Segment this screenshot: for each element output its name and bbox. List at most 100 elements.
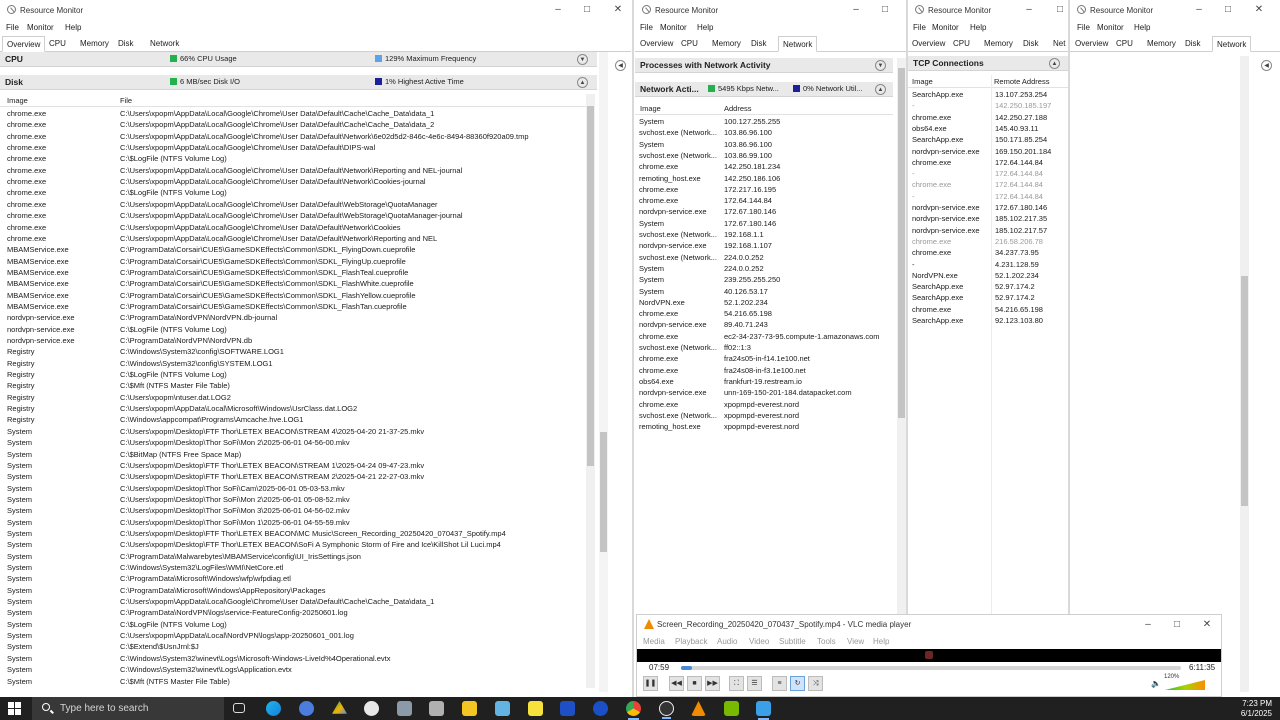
vlc-menu-audio[interactable]: Audio <box>717 637 737 646</box>
table-row[interactable]: chrome.exe ec2-34-237-73-95.compute-1.ama… <box>635 332 893 343</box>
table-row[interactable]: - 172.64.144.84 <box>908 169 1068 180</box>
table-row[interactable]: chrome.exe xpopmpd-everest.nord <box>635 400 893 411</box>
column-image[interactable]: Image <box>912 77 933 86</box>
table-row[interactable]: - 142.250.185.197 <box>908 101 1068 112</box>
menu-file[interactable]: File <box>913 23 926 32</box>
table-row[interactable]: chrome.exe C:\Users\xpopm\AppData\Local\G… <box>0 120 586 131</box>
windows-start-icon[interactable] <box>8 702 21 715</box>
shuffle-icon[interactable]: ⤨ <box>808 676 823 691</box>
remote-desktop-icon[interactable] <box>397 701 412 716</box>
google-drive-icon[interactable] <box>332 701 347 714</box>
scrollbar-thumb[interactable] <box>587 106 594 466</box>
vlc-menu-tools[interactable]: Tools <box>817 637 836 646</box>
tab-network[interactable]: Network <box>146 36 183 52</box>
vlc-volume-slider[interactable]: 🔈 120% <box>1151 674 1209 690</box>
title-bar[interactable]: Resource Monitor – □ <box>635 0 906 20</box>
table-row[interactable]: chrome.exe C:\Users\xpopm\AppData\Local\G… <box>0 223 586 234</box>
fullscreen-icon[interactable]: ⛶ <box>729 676 744 691</box>
window-scrollbar-thumb[interactable] <box>898 68 905 418</box>
playlist-icon[interactable]: ≡ <box>772 676 787 691</box>
table-row[interactable]: nordvpn-service.exe 185.102.217.57 <box>908 226 1068 237</box>
table-row[interactable]: chrome.exe 142.250.181.234 <box>635 162 893 173</box>
table-row[interactable]: System C:\Windows\System32\winevt\Logs\Mi… <box>0 654 586 665</box>
table-row[interactable]: nordvpn-service.exe 185.102.217.35 <box>908 214 1068 225</box>
table-row[interactable]: System C:\Users\xpopm\Desktop\Thor SoFi\M… <box>0 518 586 529</box>
table-row[interactable]: chrome.exe fra24s08-in-f3.1e100.net <box>635 366 893 377</box>
menu-monitor[interactable]: Monitor <box>932 23 959 32</box>
vlc-taskbar-icon[interactable] <box>691 701 706 716</box>
table-row[interactable]: nordvpn-service.exe 89.40.71.243 <box>635 320 893 331</box>
table-row[interactable]: System 224.0.0.252 <box>635 264 893 275</box>
sticky-notes-icon[interactable] <box>528 701 543 716</box>
table-row[interactable]: - 4.231.128.59 <box>908 260 1068 271</box>
table-row[interactable]: Registry C:\$LogFile (NTFS Volume Log) <box>0 370 586 381</box>
table-row[interactable]: Registry C:\$Mft (NTFS Master File Table) <box>0 381 586 392</box>
menu-file[interactable]: File <box>6 23 19 32</box>
malwarebytes-icon[interactable] <box>560 701 575 716</box>
tab-network[interactable]: Network <box>1212 36 1252 52</box>
previous-icon[interactable]: ◀◀ <box>669 676 684 691</box>
table-row[interactable]: chrome.exe C:\Users\xpopm\AppData\Local\G… <box>0 109 586 120</box>
table-row[interactable]: chrome.exe 142.250.27.188 <box>908 113 1068 124</box>
search-input[interactable] <box>58 701 218 716</box>
table-row[interactable]: System C:\ProgramData\Microsoft\Windows\w… <box>0 574 586 585</box>
table-row[interactable]: nordvpn-service.exe 172.67.180.146 <box>635 207 893 218</box>
nvidia-icon[interactable] <box>724 701 739 716</box>
chevron-up-icon[interactable]: ▲ <box>577 77 588 88</box>
table-row[interactable]: System C:\Windows\System32\winevt\Logs\Ap… <box>0 665 586 676</box>
column-file[interactable]: File <box>120 96 132 105</box>
table-row[interactable]: obs64.exe 145.40.93.11 <box>908 124 1068 135</box>
menu-monitor[interactable]: Monitor <box>1097 23 1124 32</box>
vlc-menu-video[interactable]: Video <box>749 637 769 646</box>
minimize-button[interactable]: – <box>1191 3 1207 17</box>
menu-help[interactable]: Help <box>1134 23 1150 32</box>
close-button[interactable]: ✕ <box>1251 3 1267 17</box>
network-activity-panel-header[interactable]: Network Acti... 5495 Kbps Netw... 0% Net… <box>635 82 893 97</box>
next-icon[interactable]: ▶▶ <box>705 676 720 691</box>
menu-monitor[interactable]: Monitor <box>27 23 54 32</box>
system-clock[interactable]: 7:23 PM 6/1/2025 <box>1241 699 1272 719</box>
tab-overview[interactable]: Overview <box>2 36 46 52</box>
tcp-connections-panel-header[interactable]: TCP Connections ▲ <box>908 56 1068 71</box>
extended-settings-icon[interactable]: ☰ <box>747 676 762 691</box>
table-row[interactable]: SearchApp.exe 52.97.174.2 <box>908 293 1068 304</box>
vlc-seek-bar[interactable] <box>681 666 1181 670</box>
column-remote-address[interactable]: Remote Address <box>994 77 1049 86</box>
tab-cpu[interactable]: CPU <box>949 36 974 52</box>
tab-cpu[interactable]: CPU <box>1112 36 1137 52</box>
window-scrollbar[interactable] <box>599 52 608 692</box>
tab-disk[interactable]: Disk <box>1019 36 1043 52</box>
chevron-down-icon[interactable]: ▼ <box>875 60 886 71</box>
table-row[interactable]: System 172.67.180.146 <box>635 219 893 230</box>
vpn-app-icon[interactable] <box>364 701 379 716</box>
table-row[interactable]: chrome.exe 172.64.144.84 <box>908 158 1068 169</box>
table-row[interactable]: System C:\Users\xpopm\Desktop\Thor SoFi\M… <box>0 506 586 517</box>
table-row[interactable]: System C:\$LogFile (NTFS Volume Log) <box>0 620 586 631</box>
tab-memory[interactable]: Memory <box>76 36 113 52</box>
table-row[interactable]: SearchApp.exe 13.107.253.254 <box>908 90 1068 101</box>
stop-icon[interactable]: ■ <box>687 676 702 691</box>
table-row[interactable]: nordvpn-service.exe C:\ProgramData\NordVP… <box>0 313 586 324</box>
menu-monitor[interactable]: Monitor <box>660 23 687 32</box>
table-row[interactable]: MBAMService.exe C:\ProgramData\Corsair\CU… <box>0 245 586 256</box>
menu-help[interactable]: Help <box>697 23 713 32</box>
chevron-down-icon[interactable]: ▼ <box>577 54 588 65</box>
file-explorer-icon[interactable] <box>462 701 477 716</box>
menu-help[interactable]: Help <box>970 23 986 32</box>
tab-disk[interactable]: Disk <box>1181 36 1205 52</box>
table-row[interactable]: nordvpn-service.exe 192.168.1.107 <box>635 241 893 252</box>
resource-monitor-taskbar-icon[interactable] <box>756 701 771 720</box>
table-row[interactable]: chrome.exe 172.64.144.84 <box>635 196 893 207</box>
table-row[interactable]: System C:\Users\xpopm\Desktop\FTF Thor\LE… <box>0 427 586 438</box>
table-row[interactable]: chrome.exe C:\Users\xpopm\AppData\Local\G… <box>0 211 586 222</box>
table-row[interactable]: System C:\ProgramData\NordVPN\logs\servic… <box>0 608 586 619</box>
tab-overview[interactable]: Overview <box>636 36 677 52</box>
title-bar[interactable]: Resource Monitor – □ ✕ <box>0 0 631 20</box>
table-row[interactable]: System 103.86.96.100 <box>635 140 893 151</box>
table-row[interactable]: MBAMService.exe C:\ProgramData\Corsair\CU… <box>0 257 586 268</box>
tab-overview[interactable]: Overview <box>908 36 949 52</box>
menu-help[interactable]: Help <box>65 23 81 32</box>
table-row[interactable]: chrome.exe 34.237.73.95 <box>908 248 1068 259</box>
table-row[interactable]: System C:\ProgramData\Microsoft\Windows\A… <box>0 586 586 597</box>
play-pause-icon[interactable]: ❚❚ <box>643 676 658 691</box>
